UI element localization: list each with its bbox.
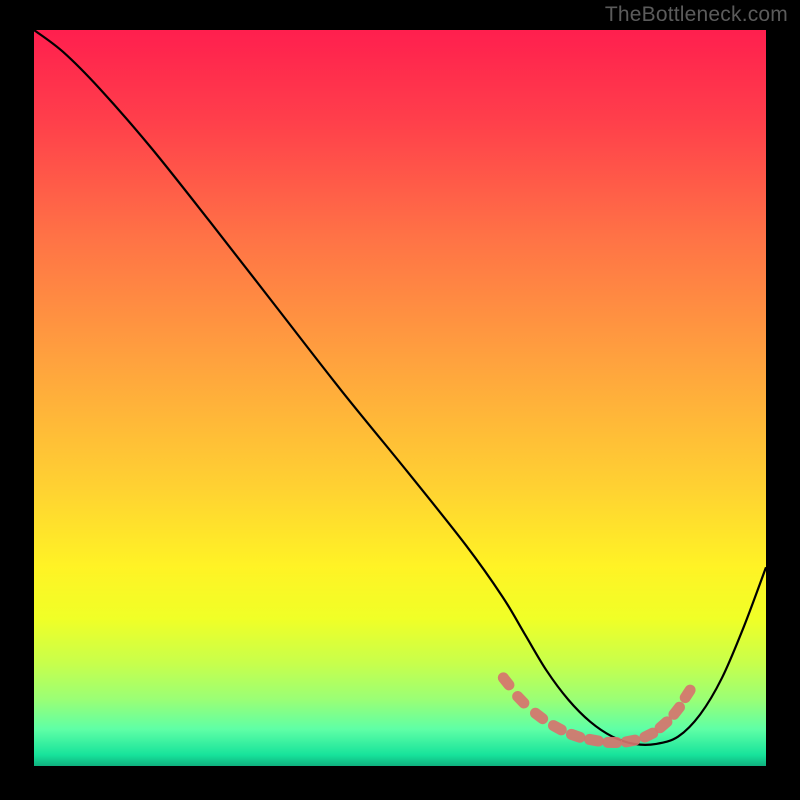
- marker-pill: [602, 737, 622, 748]
- chart-frame: TheBottleneck.com: [0, 0, 800, 800]
- watermark-text: TheBottleneck.com: [605, 3, 788, 27]
- bottleneck-chart: [34, 30, 766, 766]
